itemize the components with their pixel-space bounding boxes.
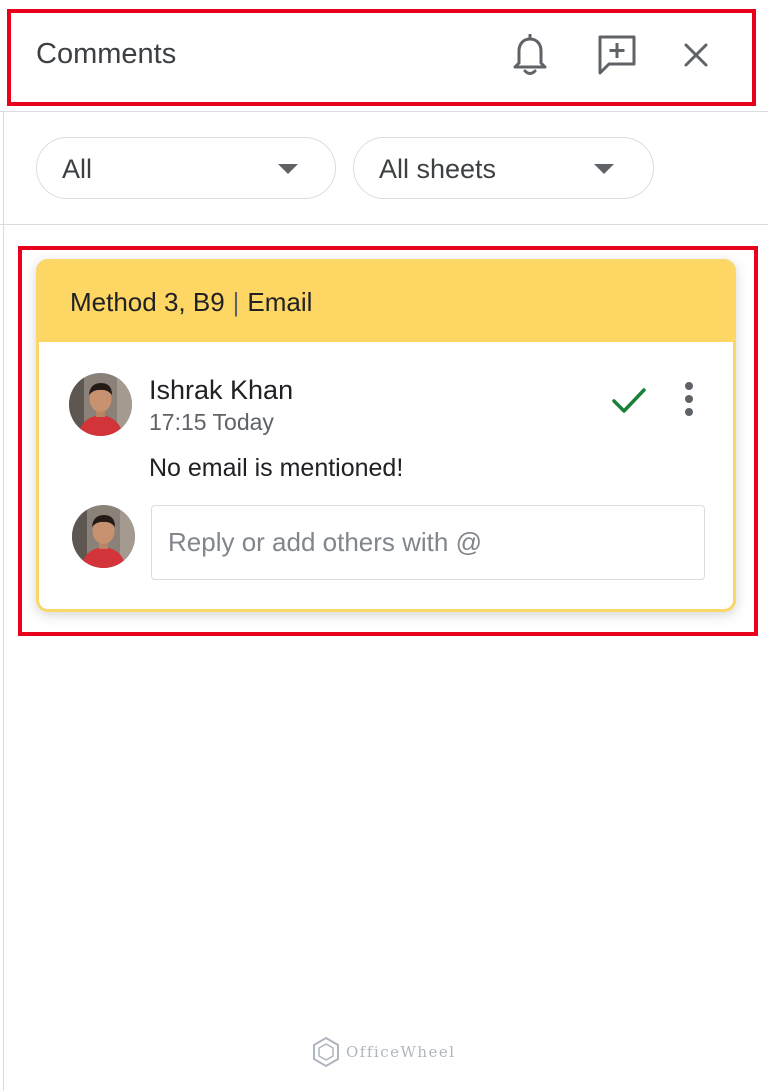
bell-icon[interactable] (506, 32, 554, 80)
current-user-avatar (72, 505, 135, 568)
more-vert-icon[interactable] (669, 376, 709, 422)
comment-filter-dropdown[interactable]: All (36, 137, 336, 199)
sheet-filter-dropdown[interactable]: All sheets (353, 137, 654, 199)
comment-author: Ishrak Khan (149, 375, 294, 405)
add-comment-icon[interactable] (593, 31, 641, 79)
caret-down-icon (594, 164, 614, 174)
filter-divider (0, 224, 768, 225)
sheet-filter-label: All sheets (379, 154, 497, 184)
comment-card-header: Method 3, B9 | Email (39, 262, 733, 342)
caret-down-icon (278, 164, 298, 174)
panel-title: Comments (36, 38, 177, 70)
comment-card[interactable]: Method 3, B9 | Email Ishrak Khan 17:15 Tod… (36, 259, 736, 612)
comment-timestamp: 17:15 Today (149, 409, 274, 435)
officewheel-logo-icon (313, 1036, 339, 1068)
close-icon[interactable] (674, 33, 718, 77)
watermark-text: OfficeWheel (346, 1043, 456, 1061)
reference-separator: | (232, 287, 240, 317)
comments-header: Comments (0, 0, 768, 112)
comment-reference: Method 3, B9 | Email (70, 286, 312, 318)
panel-left-border (3, 112, 4, 1091)
comment-text: No email is mentioned! (149, 454, 404, 482)
watermark: OfficeWheel (312, 1036, 456, 1068)
column-header-value: Email (247, 287, 313, 317)
reply-input[interactable] (151, 505, 705, 580)
comment-filter-label: All (62, 154, 93, 184)
cell-reference: Method 3, B9 (70, 287, 225, 317)
author-avatar[interactable] (69, 373, 132, 436)
checkmark-icon[interactable] (607, 378, 651, 422)
